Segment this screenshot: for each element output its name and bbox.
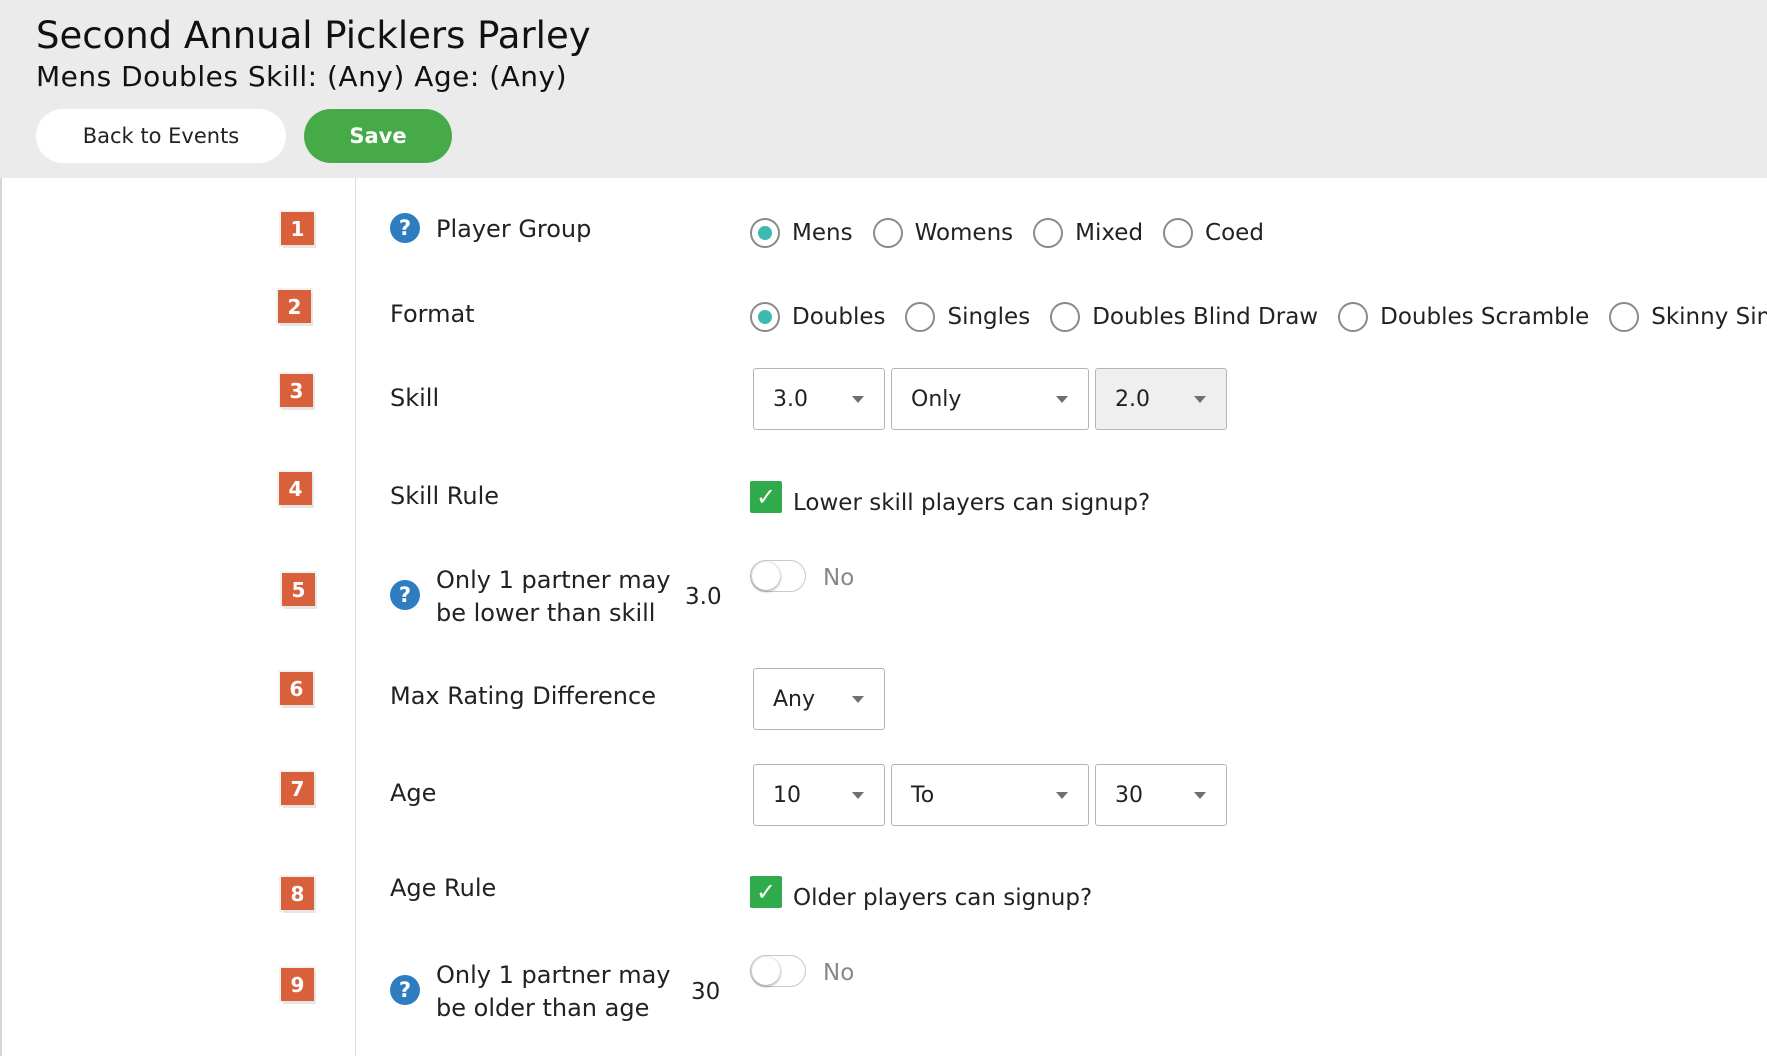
row-number-badge: 4 [279, 472, 312, 505]
player-group-option-label: Coed [1205, 220, 1264, 246]
caret-down-icon [852, 396, 864, 403]
format-option-label: Doubles [792, 304, 886, 330]
player-group-radio-group: Mens Womens Mixed Coed [750, 213, 1284, 253]
format-option[interactable]: Doubles Scramble [1338, 302, 1589, 332]
format-label: Format [390, 300, 475, 328]
partner-older-toggle-text: No [823, 960, 855, 986]
format-option[interactable]: Doubles Blind Draw [1050, 302, 1318, 332]
help-icon[interactable]: ? [390, 213, 420, 243]
caret-down-icon [1194, 792, 1206, 799]
player-group-option-label: Mixed [1075, 220, 1144, 246]
row-number-badge: 3 [280, 374, 313, 407]
max-rating-select[interactable]: Any [753, 668, 885, 730]
partner-older-label-line1: Only 1 partner may [436, 961, 671, 989]
radio-button[interactable] [1050, 302, 1081, 332]
max-rating-text: Any [773, 686, 816, 712]
partner-lower-toggle-text: No [823, 565, 855, 591]
player-group-option[interactable]: Mixed [1033, 218, 1143, 248]
older-players-checkbox[interactable]: ✓ [750, 876, 782, 908]
page-subtitle: Mens Doubles Skill: (Any) Age: (Any) [36, 60, 568, 93]
help-icon[interactable]: ? [390, 975, 420, 1005]
age-from-select[interactable]: 10 [753, 764, 885, 826]
lower-skill-checkbox[interactable]: ✓ [750, 481, 782, 513]
format-option-label: Doubles Blind Draw [1092, 304, 1319, 330]
player-group-option[interactable]: Womens [872, 218, 1014, 248]
skill-rule-label: Skill Rule [390, 482, 500, 510]
back-to-events-button[interactable]: Back to Events [36, 109, 286, 163]
checkmark-icon: ✓ [755, 878, 777, 906]
skill-value-text: 3.0 [773, 386, 808, 412]
partner-lower-label-line2: be lower than skill [436, 599, 656, 627]
help-icon[interactable]: ? [390, 580, 420, 610]
radio-button[interactable] [750, 302, 780, 332]
player-group-option[interactable]: Coed [1163, 218, 1264, 248]
row-number-badge: 9 [281, 968, 314, 1001]
age-mode-select[interactable]: To [891, 764, 1089, 826]
row-number-badge: 1 [281, 212, 314, 245]
player-group-option-label: Mens [792, 220, 853, 246]
save-button[interactable]: Save [304, 109, 452, 163]
player-group-option-label: Womens [914, 220, 1014, 246]
partner-older-age-value: 30 [691, 979, 721, 1005]
checkmark-icon: ✓ [755, 483, 777, 511]
radio-button[interactable] [1033, 218, 1064, 248]
format-option-label: Skinny Singles [1651, 304, 1767, 330]
row-number-badge: 5 [282, 573, 315, 606]
partner-lower-toggle[interactable] [750, 560, 806, 592]
format-option-label: Doubles Scramble [1380, 304, 1590, 330]
row-number-badge: 7 [281, 772, 314, 805]
format-option[interactable]: Singles [905, 302, 1030, 332]
format-radio-group: Doubles Singles Doubles Blind Draw Doubles … [750, 297, 1767, 337]
radio-button[interactable] [750, 218, 780, 248]
caret-down-icon [1194, 396, 1206, 403]
caret-down-icon [852, 792, 864, 799]
partner-lower-skill-value: 3.0 [685, 584, 722, 610]
format-option-label: Singles [947, 304, 1031, 330]
row-number-badge: 6 [280, 672, 313, 705]
age-to-text: 30 [1115, 782, 1143, 808]
partner-lower-label-line1: Only 1 partner may [436, 566, 671, 594]
toggle-knob [752, 562, 780, 590]
age-mode-text: To [911, 782, 935, 808]
format-option[interactable]: Doubles [750, 302, 885, 332]
skill-max-text: 2.0 [1115, 386, 1150, 412]
skill-max-select[interactable]: 2.0 [1095, 368, 1227, 430]
max-rating-label: Max Rating Difference [390, 682, 656, 710]
toggle-knob [752, 957, 780, 985]
format-option[interactable]: Skinny Singles [1609, 302, 1767, 332]
older-players-checkbox-label: Older players can signup? [793, 885, 1093, 911]
age-rule-label: Age Rule [390, 874, 497, 902]
caret-down-icon [1056, 792, 1068, 799]
caret-down-icon [1056, 396, 1068, 403]
skill-value-select[interactable]: 3.0 [753, 368, 885, 430]
column-divider [355, 178, 356, 1056]
radio-button[interactable] [1163, 218, 1194, 248]
skill-mode-text: Only [911, 386, 962, 412]
page-header: Second Annual Picklers Parley Mens Doubl… [0, 0, 1767, 178]
partner-older-label-line2: be older than age [436, 994, 650, 1022]
partner-older-toggle[interactable] [750, 955, 806, 987]
age-from-text: 10 [773, 782, 801, 808]
skill-mode-select[interactable]: Only [891, 368, 1089, 430]
skill-label: Skill [390, 384, 440, 412]
radio-button[interactable] [905, 302, 936, 332]
radio-button[interactable] [872, 218, 903, 248]
caret-down-icon [852, 696, 864, 703]
age-label: Age [390, 779, 437, 807]
row-number-badge: 2 [278, 290, 311, 323]
radio-button[interactable] [1609, 302, 1640, 332]
left-border [0, 178, 2, 1056]
radio-button[interactable] [1338, 302, 1369, 332]
player-group-option[interactable]: Mens [750, 218, 853, 248]
lower-skill-checkbox-label: Lower skill players can signup? [793, 490, 1151, 516]
row-number-badge: 8 [281, 877, 314, 910]
age-to-select[interactable]: 30 [1095, 764, 1227, 826]
player-group-label: Player Group [436, 215, 592, 243]
page-title: Second Annual Picklers Parley [36, 14, 591, 57]
